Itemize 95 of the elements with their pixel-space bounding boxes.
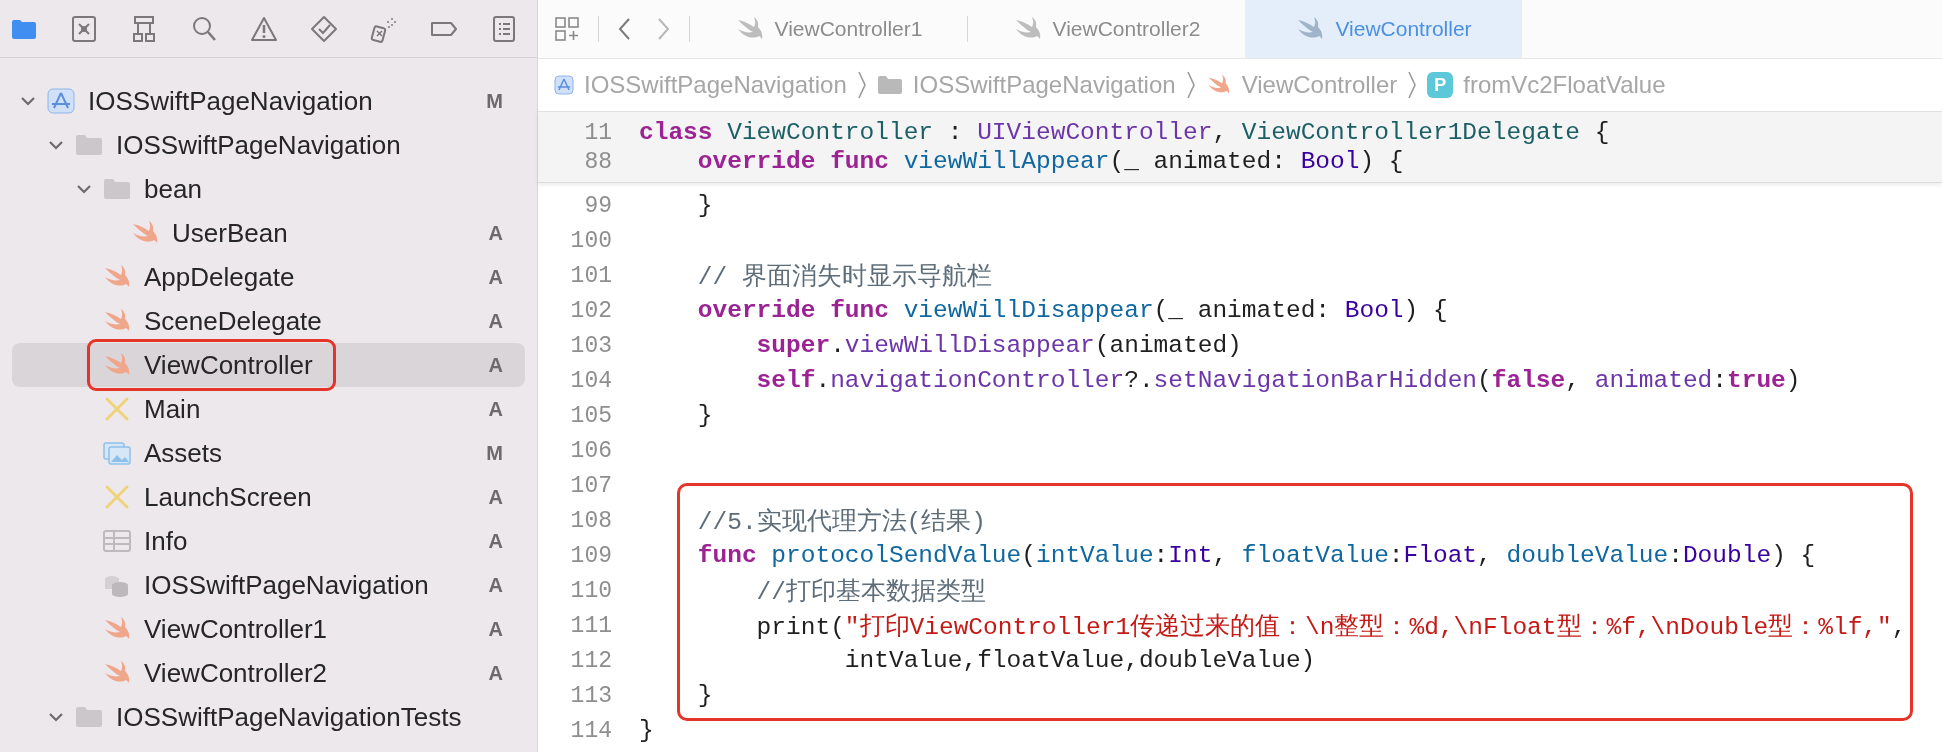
status-letter: A xyxy=(488,397,503,421)
line-number: 99 xyxy=(583,192,612,219)
line-number: 11 xyxy=(583,119,612,146)
status-letter: A xyxy=(488,529,503,553)
code-line: intValue,floatValue,doubleValue) xyxy=(843,647,1316,674)
code-line: class ViewController : UIViewController, ViewController1Delegate { xyxy=(639,119,1610,146)
status-letter: A xyxy=(488,661,503,685)
file-row[interactable]: IOSSwiftPageNavigation M xyxy=(12,79,525,123)
file-name: IOSSwiftPageNavigation xyxy=(88,85,373,117)
status-letter: A xyxy=(488,309,503,333)
file-row[interactable]: IOSSwiftPageNavigationTests xyxy=(12,695,525,739)
code-line: //打印基本数据类型 xyxy=(755,577,987,607)
code-line: } xyxy=(696,192,713,219)
line-number: 113 xyxy=(569,682,612,709)
image-stack-icon xyxy=(102,440,132,466)
forward-icon[interactable] xyxy=(655,16,671,42)
file-name: ViewController1 xyxy=(144,613,328,645)
code-line: //5.实现代理方法(结果) xyxy=(696,507,987,537)
hierarchy-icon[interactable] xyxy=(130,14,158,43)
code-line: } xyxy=(696,402,713,429)
status-letter: A xyxy=(488,221,503,245)
file-name: bean xyxy=(144,173,202,205)
file-name: Info xyxy=(144,525,188,557)
code-line: } xyxy=(639,717,654,744)
file-row[interactable]: AppDelegate A xyxy=(12,255,525,299)
file-name: Main xyxy=(144,393,201,425)
status-letter: M xyxy=(486,441,503,465)
code-line: self.navigationController?.setNavigationBarHidden(false, animated:true) xyxy=(755,367,1801,394)
line-number: 101 xyxy=(569,262,612,289)
line-number: 107 xyxy=(569,472,612,499)
code-line: print("打印ViewController1传递过来的值：\n整型：%d,\nFloat型：%f,\nDouble型：%lf,", xyxy=(755,612,1907,642)
chevron-separator-icon xyxy=(1185,70,1196,100)
code-line: } xyxy=(696,682,713,709)
chevron-separator-icon xyxy=(856,70,867,100)
status-letter: A xyxy=(488,265,503,289)
file-row[interactable]: LaunchScreen A xyxy=(12,475,525,519)
line-number: 100 xyxy=(569,227,612,254)
file-row[interactable]: UserBean A xyxy=(12,211,525,255)
search-icon[interactable] xyxy=(190,14,218,43)
status-letter: A xyxy=(488,617,503,641)
file-name: IOSSwiftPageNavigation xyxy=(144,569,429,601)
file-row[interactable]: ViewController1 A xyxy=(12,607,525,651)
file-name: SceneDelegate xyxy=(144,305,322,337)
property-badge: P xyxy=(1427,72,1454,98)
file-name: ViewController xyxy=(144,349,313,381)
diamond-check-icon[interactable] xyxy=(310,14,338,43)
line-number: 104 xyxy=(569,367,612,394)
line-number: 103 xyxy=(569,332,612,359)
file-row[interactable]: Assets M xyxy=(12,431,525,475)
folder-icon xyxy=(102,176,132,202)
warning-icon[interactable] xyxy=(250,14,278,43)
status-letter: M xyxy=(486,89,503,113)
table-icon xyxy=(102,528,132,554)
line-number: 105 xyxy=(569,402,612,429)
status-letter: A xyxy=(488,353,503,377)
chevron-separator-icon xyxy=(1407,70,1418,100)
line-number: 88 xyxy=(583,148,612,175)
grid-icon[interactable] xyxy=(554,16,580,42)
code-line: func protocolSendValue(intValue:Int, floatValue:Float, doubleValue:Double) { xyxy=(696,542,1816,569)
code-line: // 界面消失时显示导航栏 xyxy=(696,262,992,292)
app-icon xyxy=(554,75,574,95)
file-name: ViewController2 xyxy=(144,657,328,689)
file-row[interactable]: IOSSwiftPageNavigation xyxy=(12,123,525,167)
file-name: AppDelegate xyxy=(144,261,295,293)
code-line: super.viewWillDisappear(animated) xyxy=(755,332,1242,359)
line-number: 109 xyxy=(569,542,612,569)
list-icon[interactable] xyxy=(490,14,518,43)
status-letter: A xyxy=(488,485,503,509)
file-row[interactable]: Main A xyxy=(12,387,525,431)
line-number: 102 xyxy=(569,297,612,324)
line-number: 112 xyxy=(569,647,612,674)
file-row[interactable]: IOSSwiftPageNavigation A xyxy=(12,563,525,607)
line-number: 111 xyxy=(569,612,612,639)
folder-icon xyxy=(876,74,903,96)
file-row[interactable]: ViewController2 A xyxy=(12,651,525,695)
file-row[interactable]: Info A xyxy=(12,519,525,563)
status-letter: A xyxy=(488,573,503,597)
folder-icon xyxy=(74,132,104,158)
file-row[interactable]: SceneDelegate A xyxy=(12,299,525,343)
square-cross-icon[interactable] xyxy=(70,14,98,43)
file-name: IOSSwiftPageNavigationTests xyxy=(116,701,462,733)
file-name: LaunchScreen xyxy=(144,481,312,513)
file-name: Assets xyxy=(144,437,223,469)
folder-icon xyxy=(74,704,104,730)
line-number: 106 xyxy=(569,437,612,464)
app-icon xyxy=(46,88,76,114)
line-number: 110 xyxy=(569,577,612,604)
line-number: 108 xyxy=(569,507,612,534)
file-name: UserBean xyxy=(172,217,288,249)
file-row[interactable]: bean xyxy=(12,167,525,211)
back-icon[interactable] xyxy=(617,16,633,42)
line-number: 114 xyxy=(569,717,612,744)
code-line: override func viewWillAppear(_ animated: Bool) { xyxy=(696,148,1404,175)
code-line: override func viewWillDisappear(_ animated: Bool) { xyxy=(696,297,1448,324)
file-name: IOSSwiftPageNavigation xyxy=(116,129,401,161)
